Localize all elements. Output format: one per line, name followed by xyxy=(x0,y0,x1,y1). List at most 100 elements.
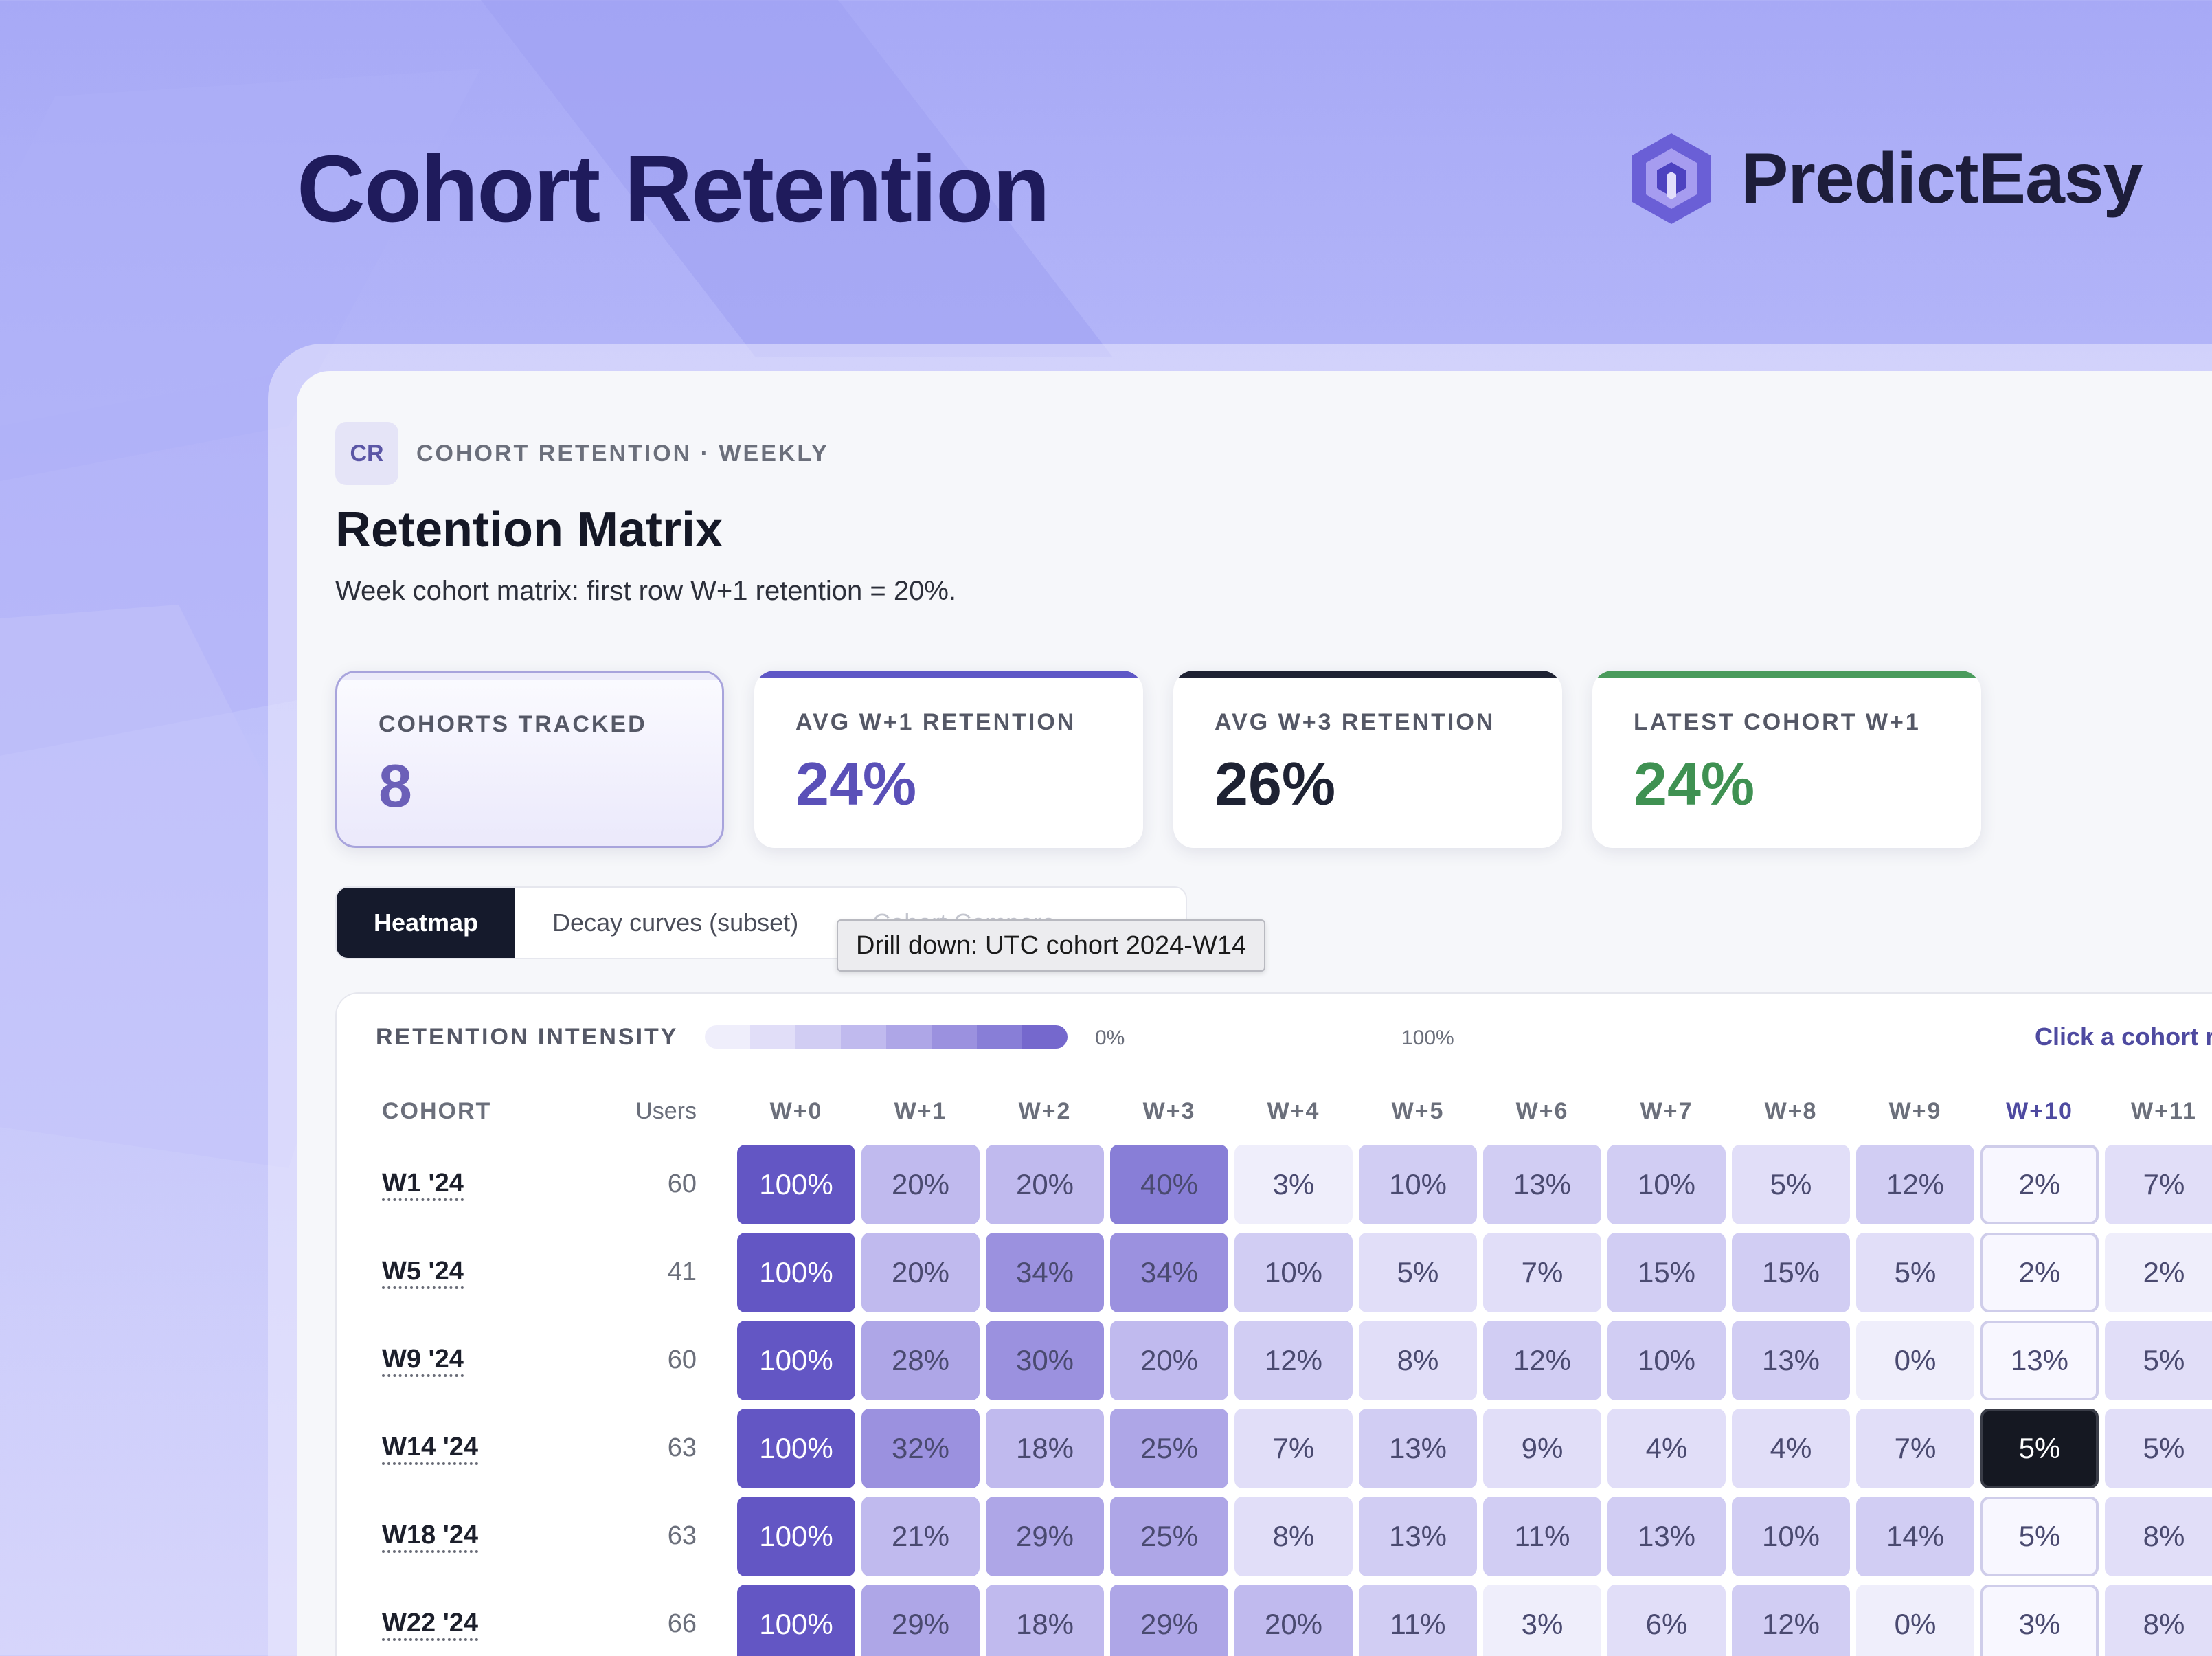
retention-cell[interactable]: 20% xyxy=(861,1145,980,1224)
retention-cell[interactable]: 5% xyxy=(1856,1233,1974,1312)
kpi-card[interactable]: COHORTS TRACKED 8 xyxy=(335,671,724,848)
retention-cell[interactable]: 3% xyxy=(1483,1585,1601,1656)
retention-cell[interactable]: 7% xyxy=(1856,1409,1974,1488)
retention-cell[interactable]: 7% xyxy=(2105,1145,2212,1224)
retention-cell[interactable]: 29% xyxy=(861,1585,980,1656)
tab-heatmap[interactable]: Heatmap xyxy=(337,888,516,958)
predicteasy-logo-icon xyxy=(1632,133,1711,224)
legend-swatch xyxy=(932,1025,977,1049)
retention-cell[interactable]: 8% xyxy=(2105,1585,2212,1656)
retention-cell[interactable]: 10% xyxy=(1234,1233,1353,1312)
retention-cell[interactable]: 2% xyxy=(2105,1233,2212,1312)
retention-cell[interactable]: 13% xyxy=(1483,1145,1601,1224)
retention-cell[interactable]: 12% xyxy=(1856,1145,1974,1224)
retention-cell[interactable]: 100% xyxy=(737,1233,855,1312)
kpi-label: AVG W+1 RETENTION xyxy=(795,709,1076,735)
kpi-card[interactable]: LATEST COHORT W+1 24% xyxy=(1592,671,1981,848)
legend-swatch xyxy=(750,1025,795,1049)
retention-cell[interactable]: 100% xyxy=(737,1497,855,1576)
retention-cell[interactable]: 29% xyxy=(986,1497,1104,1576)
retention-cell[interactable]: 8% xyxy=(2105,1497,2212,1576)
retention-cell[interactable]: 0% xyxy=(1856,1585,1974,1656)
retention-cell[interactable]: 4% xyxy=(1732,1409,1850,1488)
kpi-value: 24% xyxy=(795,750,917,818)
retention-cell[interactable]: 25% xyxy=(1110,1409,1228,1488)
retention-cell[interactable]: 25% xyxy=(1110,1497,1228,1576)
retention-cell[interactable]: 7% xyxy=(1483,1233,1601,1312)
retention-cell[interactable]: 18% xyxy=(986,1585,1104,1656)
kpi-accent-bar xyxy=(754,671,1143,678)
retention-cell[interactable]: 34% xyxy=(986,1233,1104,1312)
retention-cell[interactable]: 15% xyxy=(1607,1233,1726,1312)
retention-cell[interactable]: 100% xyxy=(737,1585,855,1656)
retention-cell[interactable]: 40% xyxy=(1110,1145,1228,1224)
cohort-row-label[interactable]: W1 '24 xyxy=(382,1170,464,1201)
retention-cell[interactable]: 30% xyxy=(986,1321,1104,1400)
retention-cell[interactable]: 20% xyxy=(1110,1321,1228,1400)
retention-cell[interactable]: 100% xyxy=(737,1321,855,1400)
retention-cell[interactable]: 12% xyxy=(1234,1321,1353,1400)
retention-cell[interactable]: 13% xyxy=(1980,1321,2099,1400)
retention-cell[interactable]: 10% xyxy=(1359,1145,1477,1224)
column-header-week: W+7 xyxy=(1640,1098,1693,1124)
cohort-row-label[interactable]: W18 '24 xyxy=(382,1521,478,1553)
retention-cell[interactable]: 8% xyxy=(1359,1321,1477,1400)
retention-cell[interactable]: 5% xyxy=(1359,1233,1477,1312)
intensity-scale xyxy=(705,1025,1068,1049)
retention-cell[interactable]: 21% xyxy=(861,1497,980,1576)
retention-cell[interactable]: 20% xyxy=(861,1233,980,1312)
retention-cell[interactable]: 5% xyxy=(2105,1409,2212,1488)
legend-swatch xyxy=(705,1025,750,1049)
retention-cell[interactable]: 2% xyxy=(1980,1233,2099,1312)
retention-cell[interactable]: 34% xyxy=(1110,1233,1228,1312)
retention-cell[interactable]: 2% xyxy=(1980,1145,2099,1224)
retention-cell[interactable]: 13% xyxy=(1359,1409,1477,1488)
retention-cell[interactable]: 100% xyxy=(737,1409,855,1488)
retention-cell[interactable]: 100% xyxy=(737,1145,855,1224)
retention-cell[interactable]: 9% xyxy=(1483,1409,1601,1488)
retention-cell[interactable]: 10% xyxy=(1607,1145,1726,1224)
breadcrumb-text: COHORT RETENTION · WEEKLY xyxy=(416,440,829,467)
cohort-row-label[interactable]: W14 '24 xyxy=(382,1433,478,1465)
retention-cell[interactable]: 13% xyxy=(1732,1321,1850,1400)
retention-cell[interactable]: 32% xyxy=(861,1409,980,1488)
kpi-value: 24% xyxy=(1634,750,1755,818)
kpi-card[interactable]: AVG W+1 RETENTION 24% xyxy=(754,671,1143,848)
retention-cell[interactable]: 18% xyxy=(986,1409,1104,1488)
retention-cell[interactable]: 5% xyxy=(1980,1409,2099,1488)
retention-cell[interactable]: 8% xyxy=(1234,1497,1353,1576)
cohort-row-label[interactable]: W5 '24 xyxy=(382,1257,464,1289)
retention-cell[interactable]: 10% xyxy=(1607,1321,1726,1400)
retention-cell[interactable]: 7% xyxy=(1234,1409,1353,1488)
cohort-row-label[interactable]: W9 '24 xyxy=(382,1345,464,1377)
retention-cell[interactable]: 12% xyxy=(1732,1585,1850,1656)
retention-cell[interactable]: 5% xyxy=(1980,1497,2099,1576)
cohort-row-label[interactable]: W22 '24 xyxy=(382,1609,478,1641)
retention-cell[interactable]: 3% xyxy=(1234,1145,1353,1224)
retention-cell[interactable]: 28% xyxy=(861,1321,980,1400)
retention-cell[interactable]: 15% xyxy=(1732,1233,1850,1312)
retention-cell[interactable]: 20% xyxy=(986,1145,1104,1224)
column-header-week: W+0 xyxy=(769,1098,823,1124)
retention-cell[interactable]: 14% xyxy=(1856,1497,1974,1576)
kpi-label: LATEST COHORT W+1 xyxy=(1634,709,1921,735)
retention-cell[interactable]: 6% xyxy=(1607,1585,1726,1656)
retention-cell[interactable]: 13% xyxy=(1607,1497,1726,1576)
retention-cell[interactable]: 12% xyxy=(1483,1321,1601,1400)
brand-name: PredictEasy xyxy=(1741,138,2143,219)
tab-decay-curves[interactable]: Decay curves (subset) xyxy=(515,888,835,958)
retention-cell[interactable]: 3% xyxy=(1980,1585,2099,1656)
retention-cell[interactable]: 10% xyxy=(1732,1497,1850,1576)
retention-cell[interactable]: 11% xyxy=(1483,1497,1601,1576)
retention-cell[interactable]: 13% xyxy=(1359,1497,1477,1576)
retention-cell[interactable]: 5% xyxy=(1732,1145,1850,1224)
retention-cell[interactable]: 20% xyxy=(1234,1585,1353,1656)
brand: PredictEasy xyxy=(1628,131,2143,227)
retention-cell[interactable]: 11% xyxy=(1359,1585,1477,1656)
retention-cell[interactable]: 4% xyxy=(1607,1409,1726,1488)
retention-cell[interactable]: 0% xyxy=(1856,1321,1974,1400)
retention-cell[interactable]: 29% xyxy=(1110,1585,1228,1656)
legend-swatch xyxy=(841,1025,886,1049)
retention-cell[interactable]: 5% xyxy=(2105,1321,2212,1400)
kpi-card[interactable]: AVG W+3 RETENTION 26% xyxy=(1173,671,1562,848)
